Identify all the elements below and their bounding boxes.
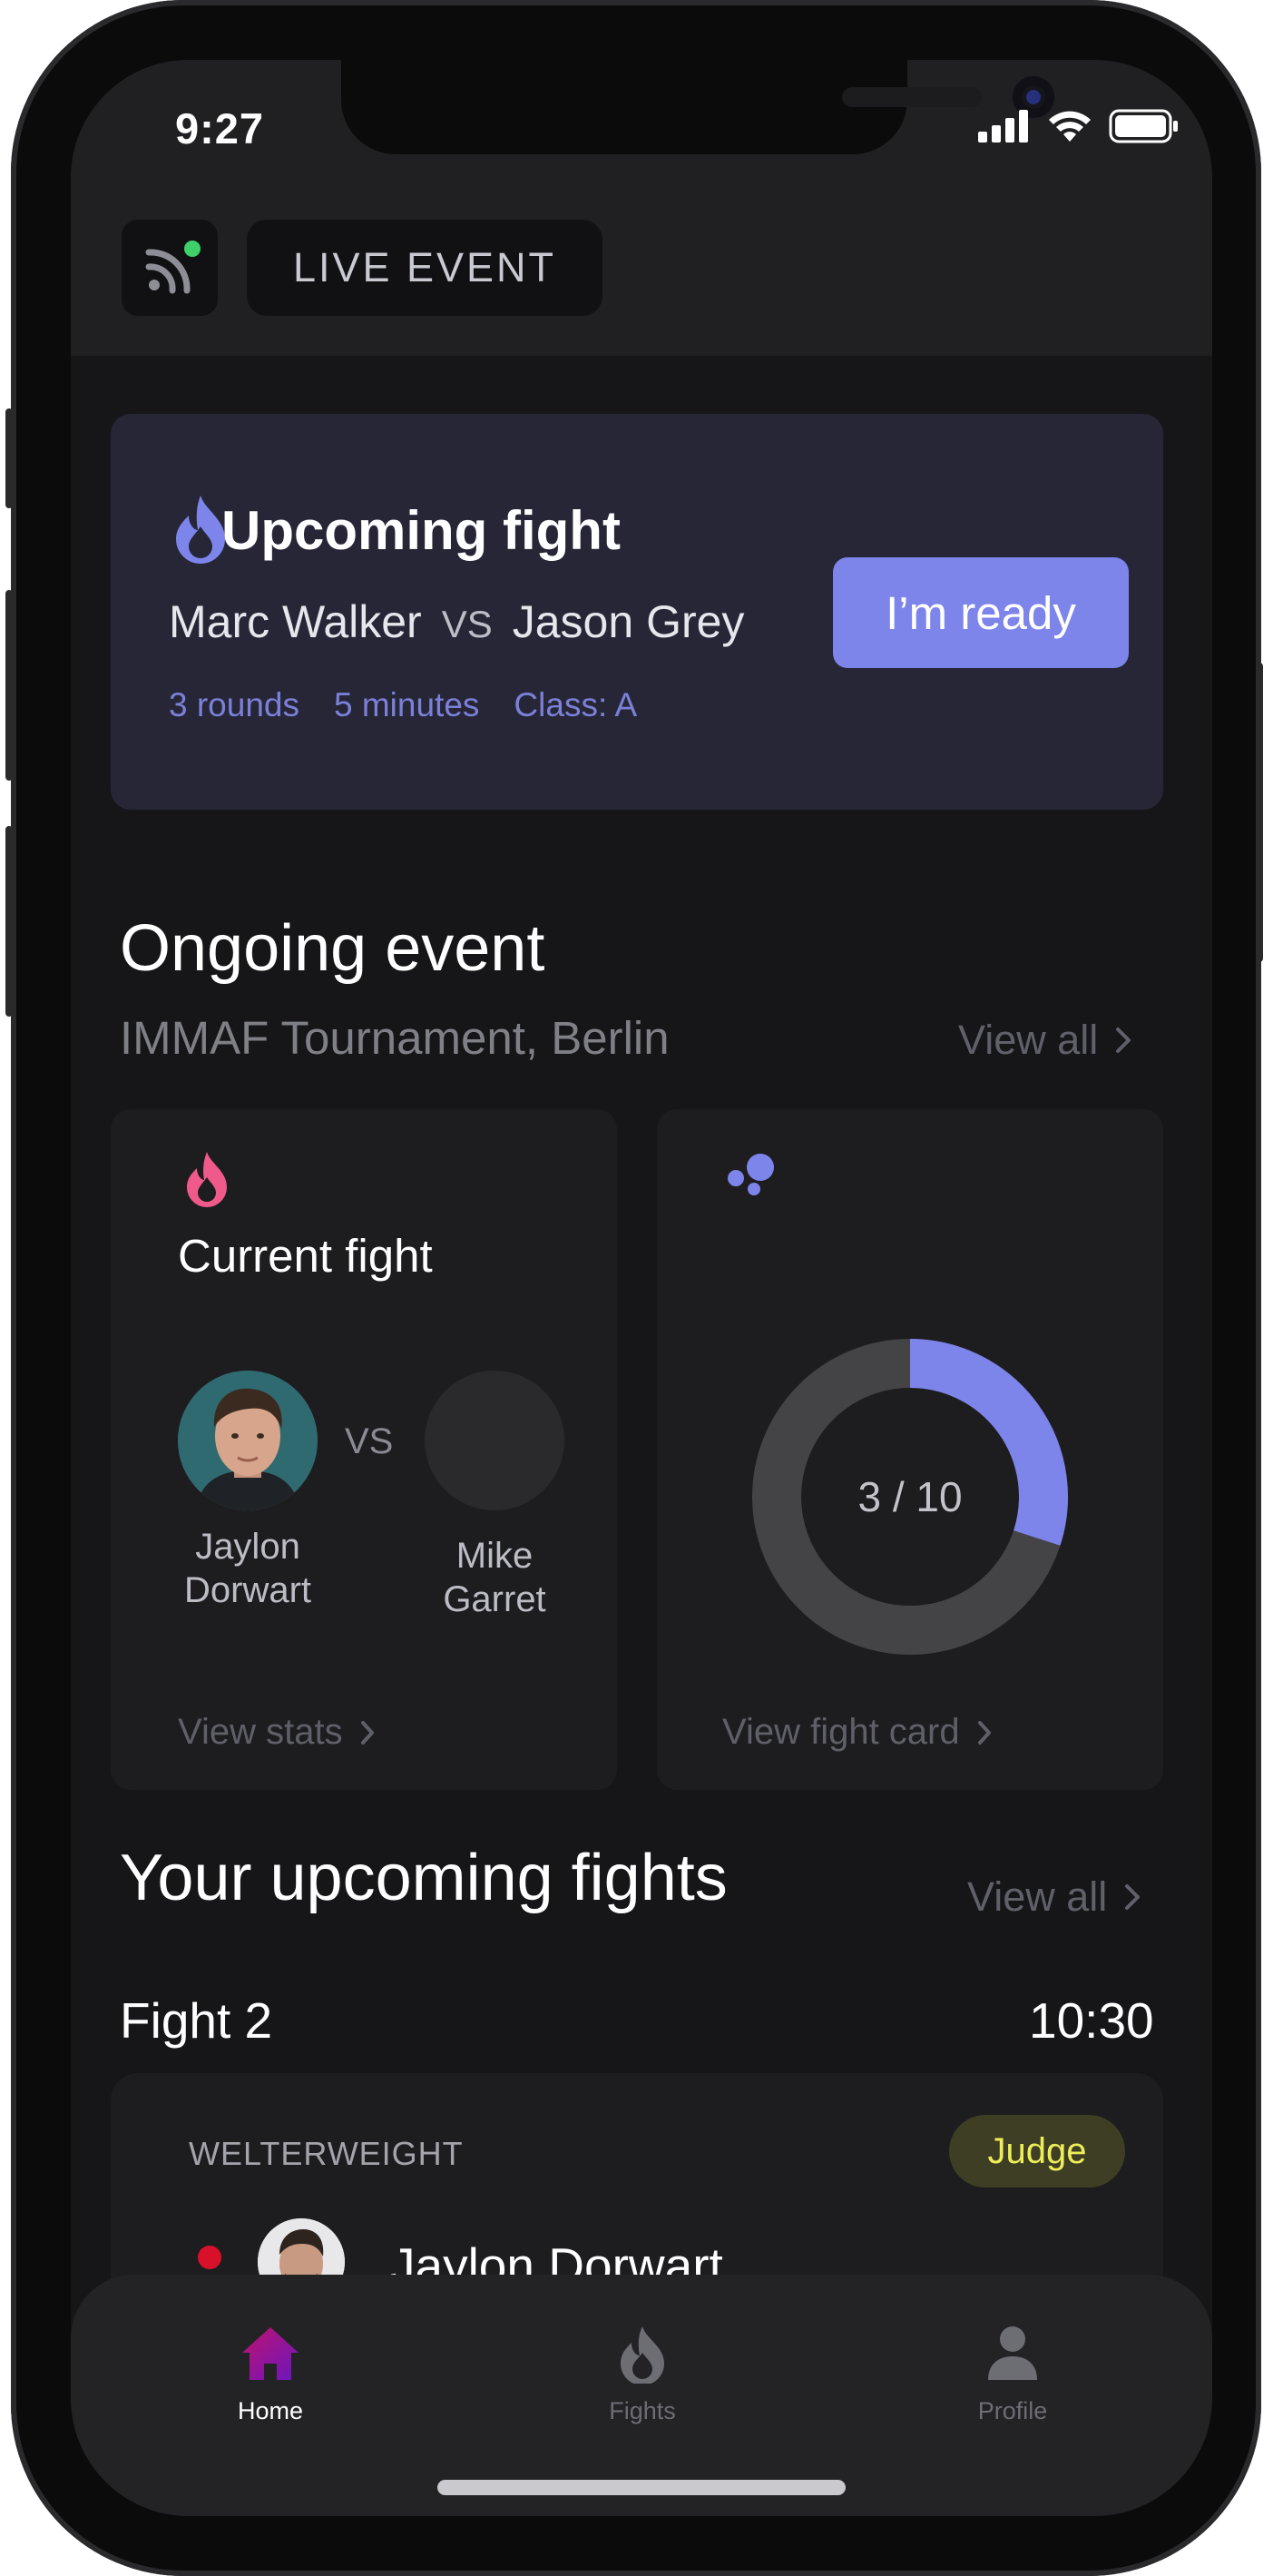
tab-profile-label: Profile xyxy=(977,2397,1048,2424)
tab-home-label: Home xyxy=(237,2397,304,2424)
view-stats-label: View stats xyxy=(178,1712,343,1752)
fight-name: Fight 2 xyxy=(120,1992,273,2049)
upcoming-fight-details: 3 rounds 5 minutes Class: A xyxy=(169,686,637,724)
fight-progress-label: 3 / 10 xyxy=(857,1473,963,1520)
status-time: 9:27 xyxy=(175,104,265,152)
status-icons xyxy=(978,109,1180,143)
chevron-right-icon xyxy=(360,1720,374,1745)
fighter-name-mike: Mike Garret xyxy=(413,1534,576,1621)
broadcast-icon xyxy=(145,241,201,294)
ongoing-view-all-link[interactable]: View all xyxy=(958,1017,1132,1064)
weight-class: WELTERWEIGHT xyxy=(189,2135,464,2172)
phone-power-button xyxy=(1256,663,1263,962)
cellular-signal-icon xyxy=(978,110,1028,143)
chevron-right-icon xyxy=(977,1720,991,1745)
view-all-label: View all xyxy=(967,1873,1108,1920)
fighter-avatar-mike xyxy=(425,1371,564,1510)
live-dot xyxy=(184,241,201,257)
upcoming-fight-title: Upcoming fight xyxy=(221,500,621,561)
current-fight-title: Current fight xyxy=(178,1230,433,1282)
fighter-name-jaylon: Jaylon Dorwart xyxy=(166,1525,329,1612)
judge-role-badge: Judge xyxy=(949,2115,1125,2188)
view-fight-card-link[interactable]: View fight card xyxy=(722,1712,993,1753)
upcoming-fights-view-all-link[interactable]: View all xyxy=(967,1873,1141,1921)
fighter-b-name: Jason Grey xyxy=(512,596,745,647)
your-upcoming-fights-title: Your upcoming fights xyxy=(120,1842,728,1914)
tab-fights-label: Fights xyxy=(609,2397,676,2424)
home-indicator xyxy=(437,2480,846,2495)
view-stats-link[interactable]: View stats xyxy=(178,1712,376,1753)
first-name: Jaylon xyxy=(195,1527,300,1567)
person-icon xyxy=(988,2326,1037,2380)
current-fight-vs: VS xyxy=(345,1421,394,1461)
flame-icon xyxy=(621,2326,664,2385)
fighter-a-name: Marc Walker xyxy=(169,596,422,647)
tab-home[interactable]: Home xyxy=(171,2324,370,2425)
tab-fights[interactable]: Fights xyxy=(543,2324,742,2425)
first-name: Mike xyxy=(455,1536,534,1576)
home-icon xyxy=(242,2327,299,2380)
bubbles-icon xyxy=(728,1154,774,1195)
upcoming-fight-matchup: Marc Walker VS Jason Grey xyxy=(169,595,744,648)
ongoing-event-subtitle: IMMAF Tournament, Berlin xyxy=(120,1012,670,1064)
ongoing-event-title: Ongoing event xyxy=(120,912,545,985)
chevron-right-icon xyxy=(1116,1027,1131,1053)
view-all-label: View all xyxy=(958,1017,1099,1063)
rounds-info: 3 rounds xyxy=(169,686,299,723)
fighter-avatar-jaylon xyxy=(178,1371,318,1510)
duration-info: 5 minutes xyxy=(334,686,480,723)
phone-volume-down-button xyxy=(5,826,13,1017)
corner-indicator-red xyxy=(198,2246,221,2269)
flame-icon xyxy=(187,1152,227,1207)
notch xyxy=(341,60,1054,154)
class-info: Class: A xyxy=(514,686,638,723)
phone-side-button xyxy=(5,408,13,508)
fight-time: 10:30 xyxy=(1029,1992,1154,2049)
live-indicator-button[interactable] xyxy=(122,220,218,316)
phone-volume-up-button xyxy=(5,590,13,781)
live-event-label[interactable]: LIVE EVENT xyxy=(247,220,602,316)
person-photo xyxy=(178,1371,318,1510)
battery-icon xyxy=(1109,109,1178,143)
last-name: Dorwart xyxy=(183,1570,312,1610)
speaker xyxy=(842,87,982,107)
last-name: Garret xyxy=(443,1579,546,1619)
view-fight-card-label: View fight card xyxy=(722,1712,960,1752)
app-screen: 9:27 LIVE EVENT Upcoming fight Marc Walk… xyxy=(71,60,1212,2516)
vs-label: VS xyxy=(441,603,493,645)
im-ready-button[interactable]: I’m ready xyxy=(833,557,1129,668)
phone-frame: 9:27 LIVE EVENT Upcoming fight Marc Walk… xyxy=(5,0,1263,2576)
tab-profile[interactable]: Profile xyxy=(913,2324,1112,2425)
chevron-right-icon xyxy=(1125,1884,1141,1910)
wifi-icon xyxy=(1049,111,1091,142)
